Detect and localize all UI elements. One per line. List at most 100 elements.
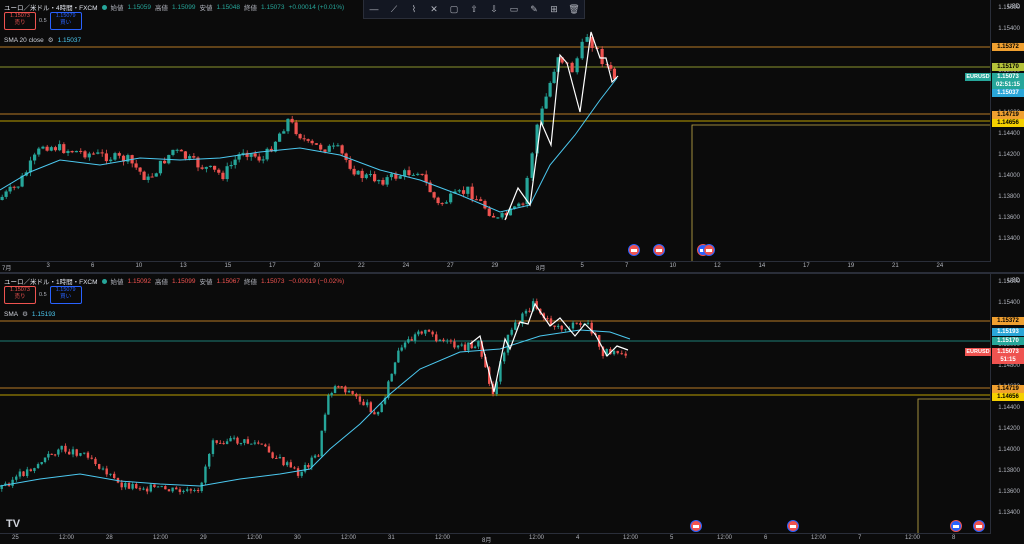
time-axis-label: 17 — [803, 263, 810, 269]
candle-body — [71, 449, 75, 455]
candle-body — [407, 170, 411, 176]
candle-body — [362, 401, 365, 406]
candle-body — [225, 166, 229, 180]
candle-body — [12, 186, 16, 188]
ruler-icon[interactable]: ⊞ — [544, 0, 564, 18]
candle-body — [53, 454, 57, 456]
chart-pane-1h[interactable]: ユーロ／米ドル・1時間・FXCM 始値 1.15092 高値 1.15099 安値 1… — [0, 274, 1024, 544]
price-axis-label: 1.13800 — [998, 194, 1020, 200]
candle-body — [43, 457, 47, 463]
arrow-up-icon[interactable]: ⇧ — [464, 0, 484, 18]
open-label: 始値 — [110, 279, 124, 286]
high-label: 高値 — [155, 279, 169, 286]
candle-body — [239, 442, 243, 444]
close-label: 終値 — [244, 279, 258, 286]
price-axis-label: 1.14000 — [998, 447, 1020, 453]
change-value: −0.00019 (−0.02%) — [288, 277, 345, 285]
symbol-tag: EURUSD — [965, 73, 991, 81]
time-axis-label: 12:00 — [341, 535, 357, 541]
trend-path-icon[interactable]: ⟋ — [384, 0, 404, 18]
candle-body — [417, 331, 420, 335]
tradingview-logo[interactable]: TV — [6, 518, 20, 530]
candle-body — [571, 322, 575, 329]
candle-body — [28, 160, 33, 173]
earnings-event-icon[interactable] — [950, 520, 962, 532]
horizontal-line-icon[interactable]: — — [364, 0, 384, 18]
candle-body — [79, 453, 82, 456]
candle-body — [340, 145, 344, 154]
time-axis-label: 28 — [106, 535, 113, 541]
candle-body — [400, 347, 403, 351]
polyline-icon[interactable]: ⌇ — [404, 0, 424, 18]
time-axis-label: 10 — [135, 263, 143, 269]
chart-canvas-1h[interactable] — [0, 274, 991, 534]
candle-body — [416, 173, 420, 175]
candle-body — [135, 484, 138, 489]
candle-body — [87, 153, 91, 158]
time-axis-label: 8月 — [482, 538, 492, 544]
time-axis-label: 27 — [447, 263, 454, 269]
candle-body — [243, 439, 246, 443]
candle-body — [285, 462, 289, 466]
price-axis-1h[interactable]: USD 1.156001.154001.152001.150001.148001… — [990, 274, 1024, 544]
economic-event-icon[interactable] — [653, 244, 665, 256]
price-axis-label: 1.13600 — [998, 215, 1020, 221]
candle-body — [487, 208, 491, 216]
candle-body — [427, 329, 431, 332]
symbol-title[interactable]: ユーロ／米ドル・1時間・FXCM — [4, 276, 98, 286]
last-price-tag: 1.15073 — [992, 348, 1024, 356]
cross-line-icon[interactable]: ✕ — [424, 0, 444, 18]
candle-body — [29, 469, 32, 471]
candle-body — [319, 144, 323, 150]
rectangle-drawing — [917, 398, 991, 534]
candle-body — [211, 440, 215, 454]
chart-pane-4h[interactable]: ユーロ／米ドル・4時間・FXCM 始値 1.15059 高値 1.15099 安値 1… — [0, 0, 1024, 272]
candle-body — [556, 325, 560, 327]
sell-button[interactable]: 1.15073 売り — [4, 286, 36, 304]
candle-body — [0, 196, 4, 200]
candle-body — [218, 442, 222, 444]
economic-event-icon[interactable] — [690, 520, 702, 532]
candle-body — [431, 331, 434, 335]
candle-body — [323, 414, 327, 431]
candle-body — [340, 386, 343, 388]
candle-body — [57, 449, 60, 455]
buy-button[interactable]: 1.15079 買い — [49, 12, 82, 30]
candle-body — [380, 403, 383, 413]
candle-body — [183, 151, 188, 159]
rectangle-icon[interactable]: ▢ — [444, 0, 464, 18]
sell-button[interactable]: 1.15073 売り — [4, 12, 36, 30]
trade-buttons-1h: 1.15073 売り 0.5 1.15079 買い — [4, 286, 82, 304]
economic-event-icon[interactable] — [628, 244, 640, 256]
candle-body — [327, 395, 330, 415]
indicator-legend-4h[interactable]: SMA 20 close ⚙ 1.15037 — [4, 36, 81, 45]
arrow-down-icon[interactable]: ⇩ — [484, 0, 504, 18]
candle-body — [460, 344, 463, 346]
candle-body — [96, 152, 100, 154]
time-axis-1h[interactable]: 25 12:00 28 12:00 29 12:00 30 12:00 31 12:00 8月 12:… — [0, 533, 991, 544]
economic-event-icon[interactable] — [703, 244, 715, 256]
candle-body — [445, 340, 449, 342]
price-axis-4h[interactable]: USD 1.156001.154001.152001.150001.148001… — [990, 0, 1024, 272]
settings-icon[interactable]: ⚙ — [48, 36, 54, 44]
candle-body — [474, 199, 478, 201]
buy-button[interactable]: 1.15079 買い — [49, 286, 82, 304]
candle-body — [204, 466, 207, 483]
symbol-title[interactable]: ユーロ／米ドル・4時間・FXCM — [4, 2, 98, 12]
delete-icon[interactable]: 🗑 — [564, 0, 584, 18]
candle-body — [463, 344, 467, 351]
candle-body — [438, 339, 442, 342]
callout-icon[interactable]: ▭ — [504, 0, 524, 18]
candle-body — [200, 167, 204, 169]
economic-event-icon[interactable] — [787, 520, 799, 532]
settings-icon[interactable]: ⚙ — [22, 310, 28, 318]
time-axis-4h[interactable]: 7月 3 6 10 13 15 17 20 22 24 27 29 8月 5 7 10 12 14 17 19 21 24 — [0, 261, 991, 272]
candle-body — [25, 469, 29, 477]
chart-canvas-4h[interactable] — [0, 0, 991, 262]
indicator-legend-1h[interactable]: SMA ⚙ 1.15193 — [4, 310, 55, 319]
economic-event-icon[interactable] — [973, 520, 985, 532]
candle-body — [58, 144, 62, 151]
brush-icon[interactable]: ✎ — [524, 0, 544, 18]
candle-body — [336, 145, 340, 147]
candle-body — [153, 484, 156, 488]
